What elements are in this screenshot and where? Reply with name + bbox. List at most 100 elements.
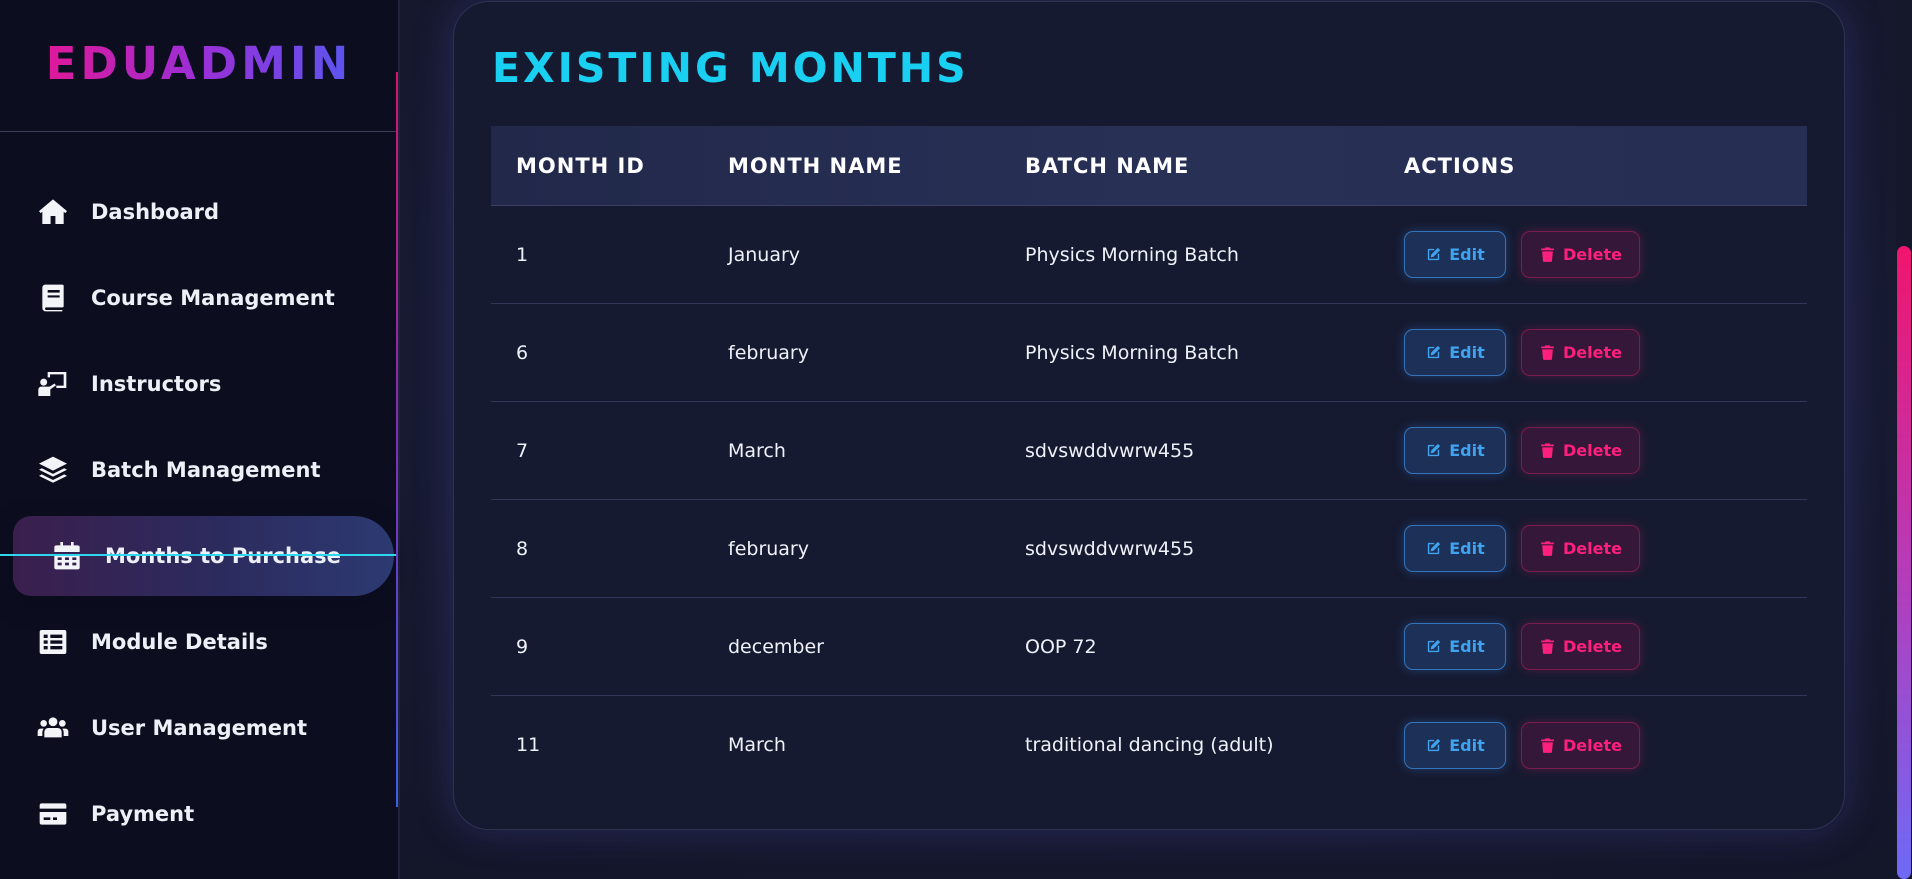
cell-month-name: february [728,341,809,364]
delete-button-label: Delete [1563,343,1622,362]
cell-batch-name: Physics Morning Batch [1025,243,1239,266]
trash-icon [1541,345,1554,360]
edit-button[interactable]: Edit [1404,329,1506,376]
sidebar-item-instructors[interactable]: Instructors [0,341,398,427]
delete-button[interactable]: Delete [1521,427,1640,474]
column-header-month-name: MONTH NAME [728,153,903,178]
edit-button[interactable]: Edit [1404,231,1506,278]
delete-button-label: Delete [1563,245,1622,264]
edit-icon [1428,639,1441,653]
cell-month-id: 8 [516,537,529,560]
edit-button-label: Edit [1449,343,1485,362]
edit-icon [1428,541,1441,555]
edit-button[interactable]: Edit [1404,525,1506,572]
column-header-actions: ACTIONS [1404,153,1516,178]
credit-card-icon [36,797,70,831]
home-icon [36,195,70,229]
cell-batch-name: sdvswddvwrw455 [1025,439,1195,462]
sidebar-item-payment[interactable]: Payment [0,771,398,857]
trash-icon [1541,541,1554,556]
sidebar-item-months-to-purchase[interactable]: Months to Purchase [0,516,398,596]
scrollbar[interactable] [1896,0,1912,879]
cell-month-name: december [728,635,824,658]
list-icon [36,625,70,659]
edit-button[interactable]: Edit [1404,427,1506,474]
sidebar-item-label: Instructors [91,372,222,396]
delete-button-label: Delete [1563,735,1622,755]
delete-button[interactable]: Delete [1521,525,1640,572]
months-card: EXISTING MONTHS MONTH ID MONTH NAME BATC… [453,1,1845,830]
delete-button-label: Delete [1563,441,1622,460]
cell-batch-name: traditional dancing (adult) [1025,734,1274,756]
sidebar-item-dashboard[interactable]: Dashboard [0,169,398,255]
trash-icon [1541,639,1554,654]
sidebar-item-batch-management[interactable]: Batch Management [0,427,398,513]
sidebar-item-user-management[interactable]: User Management [0,685,398,771]
delete-button-label: Delete [1563,637,1622,656]
table-row: 1 January Physics Morning Batch Edit Del… [491,206,1807,304]
cell-batch-name: Physics Morning Batch [1025,341,1239,364]
cell-batch-name: OOP 72 [1025,635,1097,658]
sidebar-accent-border [396,72,398,807]
cell-month-name: March [728,439,786,462]
cell-month-id: 9 [516,635,529,658]
book-icon [36,281,70,315]
table-row: 9 december OOP 72 Edit Delete [491,598,1807,696]
cell-actions: Edit Delete [1404,525,1807,572]
edit-button-label: Edit [1449,441,1485,460]
trash-icon [1541,247,1554,262]
delete-button[interactable]: Delete [1521,623,1640,670]
sidebar-item-label: Dashboard [91,200,220,224]
edit-icon [1428,443,1441,457]
sidebar-item-label: Months to Purchase [105,544,341,568]
users-icon [36,711,70,745]
cell-month-name: february [728,537,809,560]
sidebar-item-course-management[interactable]: Course Management [0,255,398,341]
calendar-icon [50,539,84,573]
edit-button-label: Edit [1449,245,1485,264]
cell-month-id: 1 [516,243,529,266]
edit-icon [1428,247,1441,261]
sidebar-item-label: User Management [91,716,308,740]
edit-button-label: Edit [1449,735,1485,755]
sidebar-item-label: Batch Management [91,458,321,482]
column-header-month-id: MONTH ID [516,153,645,178]
cell-batch-name: sdvswddvwrw455 [1025,537,1195,560]
edit-button-label: Edit [1449,539,1485,558]
sidebar-item-module-details[interactable]: Module Details [0,599,398,685]
cell-month-id: 11 [516,734,541,756]
cell-actions: Edit Delete [1404,231,1807,278]
cell-actions: Edit Delete [1404,329,1807,376]
layers-icon [36,453,70,487]
table-row: 6 february Physics Morning Batch Edit De… [491,304,1807,402]
column-header-batch-name: BATCH NAME [1025,153,1190,178]
sidebar-item-label: Payment [91,802,195,826]
scrollbar-thumb[interactable] [1897,246,1911,879]
sidebar-nav: Dashboard Course Management Instructors … [0,169,398,857]
delete-button-label: Delete [1563,539,1622,558]
cell-actions: Edit Delete [1404,427,1807,474]
delete-button[interactable]: Delete [1521,721,1640,769]
chalkboard-teacher-icon [36,367,70,401]
delete-button[interactable]: Delete [1521,329,1640,376]
page-title: EXISTING MONTHS [492,44,969,92]
edit-icon [1428,738,1441,751]
cell-month-id: 7 [516,439,529,462]
brand-logo-text: EDUADMIN [45,37,353,90]
brand-header: EDUADMIN [0,0,398,132]
trash-icon [1541,737,1554,753]
delete-button[interactable]: Delete [1521,231,1640,278]
sidebar: EDUADMIN Dashboard Course Management Ins… [0,0,400,879]
trash-icon [1541,443,1554,458]
edit-button[interactable]: Edit [1404,623,1506,670]
sidebar-item-label: Module Details [91,630,268,654]
edit-button[interactable]: Edit [1404,721,1506,769]
table-row: 11 March traditional dancing (adult) Edi… [491,696,1807,794]
cell-month-id: 6 [516,341,529,364]
sidebar-item-label: Course Management [91,286,335,310]
cell-month-name: March [728,734,786,756]
edit-icon [1428,345,1441,359]
cell-actions: Edit Delete [1404,721,1807,769]
table-row: 8 february sdvswddvwrw455 Edit Delete [491,500,1807,598]
cell-actions: Edit Delete [1404,623,1807,670]
